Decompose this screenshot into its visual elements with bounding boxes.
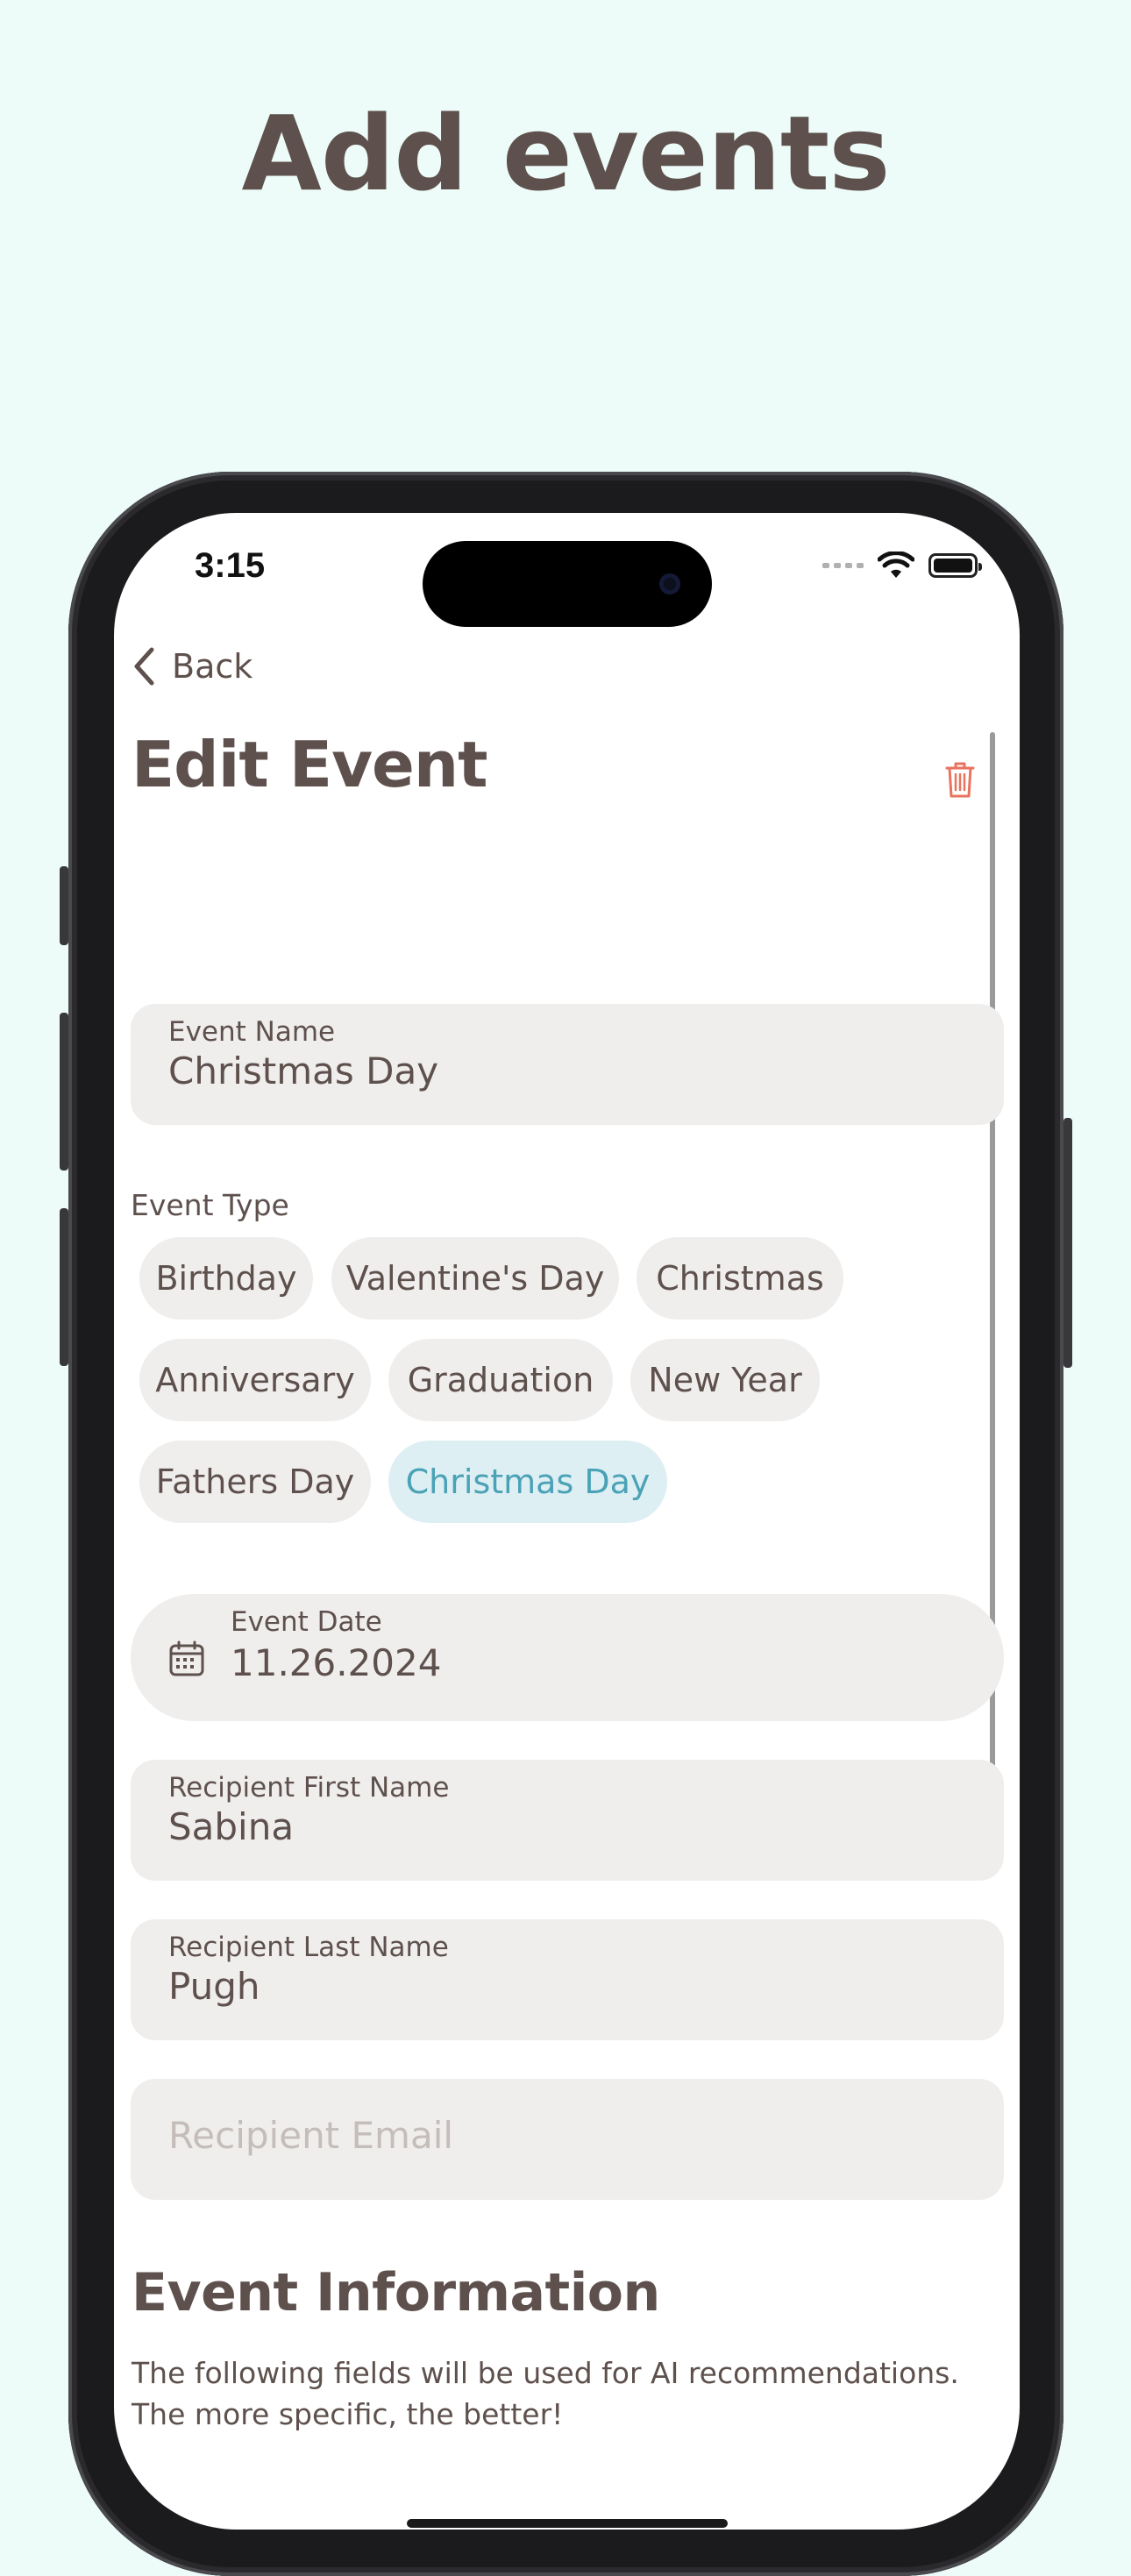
recipient-first-name-value: Sabina bbox=[168, 1805, 295, 1848]
chevron-left-icon bbox=[134, 647, 154, 686]
trash-icon bbox=[945, 762, 975, 798]
phone-volume-down bbox=[60, 1208, 68, 1366]
battery-icon bbox=[928, 553, 982, 578]
event-date-field[interactable]: Event Date 11.26.2024 bbox=[131, 1594, 1004, 1721]
marketing-headline: Add events bbox=[241, 93, 891, 214]
back-button[interactable]: Back bbox=[133, 647, 253, 686]
status-time: 3:15 bbox=[195, 546, 266, 585]
recipient-last-name-value: Pugh bbox=[168, 1965, 260, 2008]
recipient-email-placeholder: Recipient Email bbox=[168, 2114, 454, 2157]
chip-new-year[interactable]: New Year bbox=[630, 1339, 820, 1421]
camera-icon bbox=[659, 573, 680, 594]
delete-button[interactable] bbox=[944, 760, 976, 802]
status-icons bbox=[822, 551, 982, 580]
event-date-label: Event Date bbox=[231, 1606, 382, 1638]
home-indicator bbox=[407, 2519, 728, 2528]
phone-action-button bbox=[60, 866, 68, 945]
dynamic-island bbox=[423, 541, 712, 627]
chip-valentines-day[interactable]: Valentine's Day bbox=[331, 1237, 619, 1320]
recipient-first-name-label: Recipient First Name bbox=[168, 1772, 450, 1804]
chip-graduation[interactable]: Graduation bbox=[388, 1339, 613, 1421]
recipient-last-name-label: Recipient Last Name bbox=[168, 1932, 449, 1963]
recipient-email-field[interactable]: Recipient Email bbox=[131, 2079, 1004, 2200]
phone-volume-up bbox=[60, 1013, 68, 1171]
chip-anniversary[interactable]: Anniversary bbox=[139, 1339, 371, 1421]
event-information-heading: Event Information bbox=[132, 2262, 660, 2323]
chip-birthday[interactable]: Birthday bbox=[139, 1237, 313, 1320]
calendar-icon bbox=[169, 1640, 204, 1676]
event-name-value: Christmas Day bbox=[168, 1050, 439, 1092]
signal-icon bbox=[822, 563, 864, 568]
chip-fathers-day[interactable]: Fathers Day bbox=[139, 1441, 371, 1523]
app-screen: 3:15 Back Edit Event Event Name Christma… bbox=[114, 513, 1020, 2530]
event-type-label: Event Type bbox=[131, 1188, 289, 1222]
event-name-field[interactable]: Event Name Christmas Day bbox=[131, 1004, 1004, 1125]
page-title: Edit Event bbox=[132, 728, 488, 801]
chip-christmas[interactable]: Christmas bbox=[637, 1237, 843, 1320]
event-name-label: Event Name bbox=[168, 1016, 336, 1048]
recipient-first-name-field[interactable]: Recipient First Name Sabina bbox=[131, 1760, 1004, 1881]
wifi-icon bbox=[878, 551, 914, 578]
back-label: Back bbox=[172, 647, 253, 686]
event-date-value: 11.26.2024 bbox=[231, 1641, 442, 1684]
event-information-description: The following fields will be used for AI… bbox=[132, 2356, 959, 2431]
phone-power-button bbox=[1063, 1118, 1072, 1368]
chip-christmas-day[interactable]: Christmas Day bbox=[388, 1441, 667, 1523]
recipient-last-name-field[interactable]: Recipient Last Name Pugh bbox=[131, 1919, 1004, 2040]
